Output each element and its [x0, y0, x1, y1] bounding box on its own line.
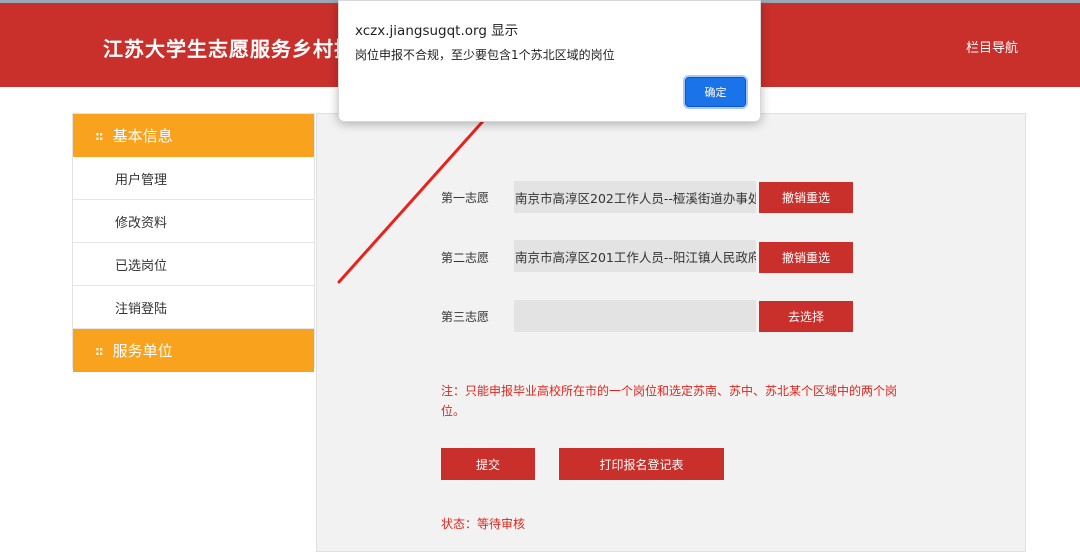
status-text: 状态：等待审核 [441, 517, 526, 531]
second-choice-reselect-button[interactable]: 撤销重选 [759, 242, 853, 273]
site-title: 江苏大学生志愿服务乡村振 [103, 37, 355, 61]
dialog-ok-button[interactable]: 确定 [685, 77, 746, 107]
sidebar-item-logout[interactable]: 注销登陆 [73, 286, 314, 329]
notice-text: 注：只能申报毕业高校所在市的一个岗位和选定苏南、苏中、苏北某个区域中的两个岗位。 [441, 384, 898, 418]
third-choice-label: 第三志愿 [441, 310, 490, 324]
third-choice-field [514, 300, 756, 332]
submit-button[interactable]: 提交 [441, 448, 535, 480]
sidebar-item-selected-positions[interactable]: 已选岗位 [73, 243, 314, 286]
sidebar-item-label: 已选岗位 [115, 258, 168, 274]
second-choice-label: 第二志愿 [441, 251, 490, 265]
second-choice-value: 南京市高淳区201工作人员--阳江镇人民政府 [515, 249, 756, 265]
second-choice-field: 南京市高淳区201工作人员--阳江镇人民政府 [514, 240, 756, 272]
sidebar-section-basic-info[interactable]: :: 基本信息 [73, 114, 314, 157]
nav-menu-link[interactable]: 栏目导航 [966, 37, 1018, 56]
print-registration-button[interactable]: 打印报名登记表 [559, 448, 724, 480]
dialog-origin: xczx.jiangsugqt.org 显示 [355, 23, 519, 39]
sidebar-item-label: 注销登陆 [115, 301, 168, 317]
sidebar-section-label: 服务单位 [112, 342, 173, 360]
first-choice-reselect-button[interactable]: 撤销重选 [759, 182, 853, 213]
grip-dots-icon: :: [95, 343, 104, 358]
sidebar-item-label: 用户管理 [115, 172, 168, 188]
first-choice-field: 南京市高淳区202工作人员--桠溪街道办事处 [514, 181, 756, 213]
first-choice-label: 第一志愿 [441, 191, 490, 205]
first-choice-value: 南京市高淳区202工作人员--桠溪街道办事处 [515, 190, 756, 206]
main-panel [316, 113, 1026, 552]
sidebar-item-label: 修改资料 [115, 215, 168, 231]
sidebar-item-edit-profile[interactable]: 修改资料 [73, 200, 314, 243]
sidebar: :: 基本信息 用户管理 修改资料 已选岗位 注销登陆 :: 服务单位 [72, 113, 315, 372]
grip-dots-icon: :: [95, 128, 104, 143]
third-choice-select-button[interactable]: 去选择 [759, 301, 853, 332]
dialog-message: 岗位申报不合规，至少要包含1个苏北区域的岗位 [355, 48, 615, 62]
sidebar-item-user-management[interactable]: 用户管理 [73, 157, 314, 200]
sidebar-section-service-unit[interactable]: :: 服务单位 [73, 329, 314, 372]
alert-dialog: xczx.jiangsugqt.org 显示 岗位申报不合规，至少要包含1个苏北… [338, 0, 761, 122]
sidebar-section-label: 基本信息 [112, 127, 173, 145]
